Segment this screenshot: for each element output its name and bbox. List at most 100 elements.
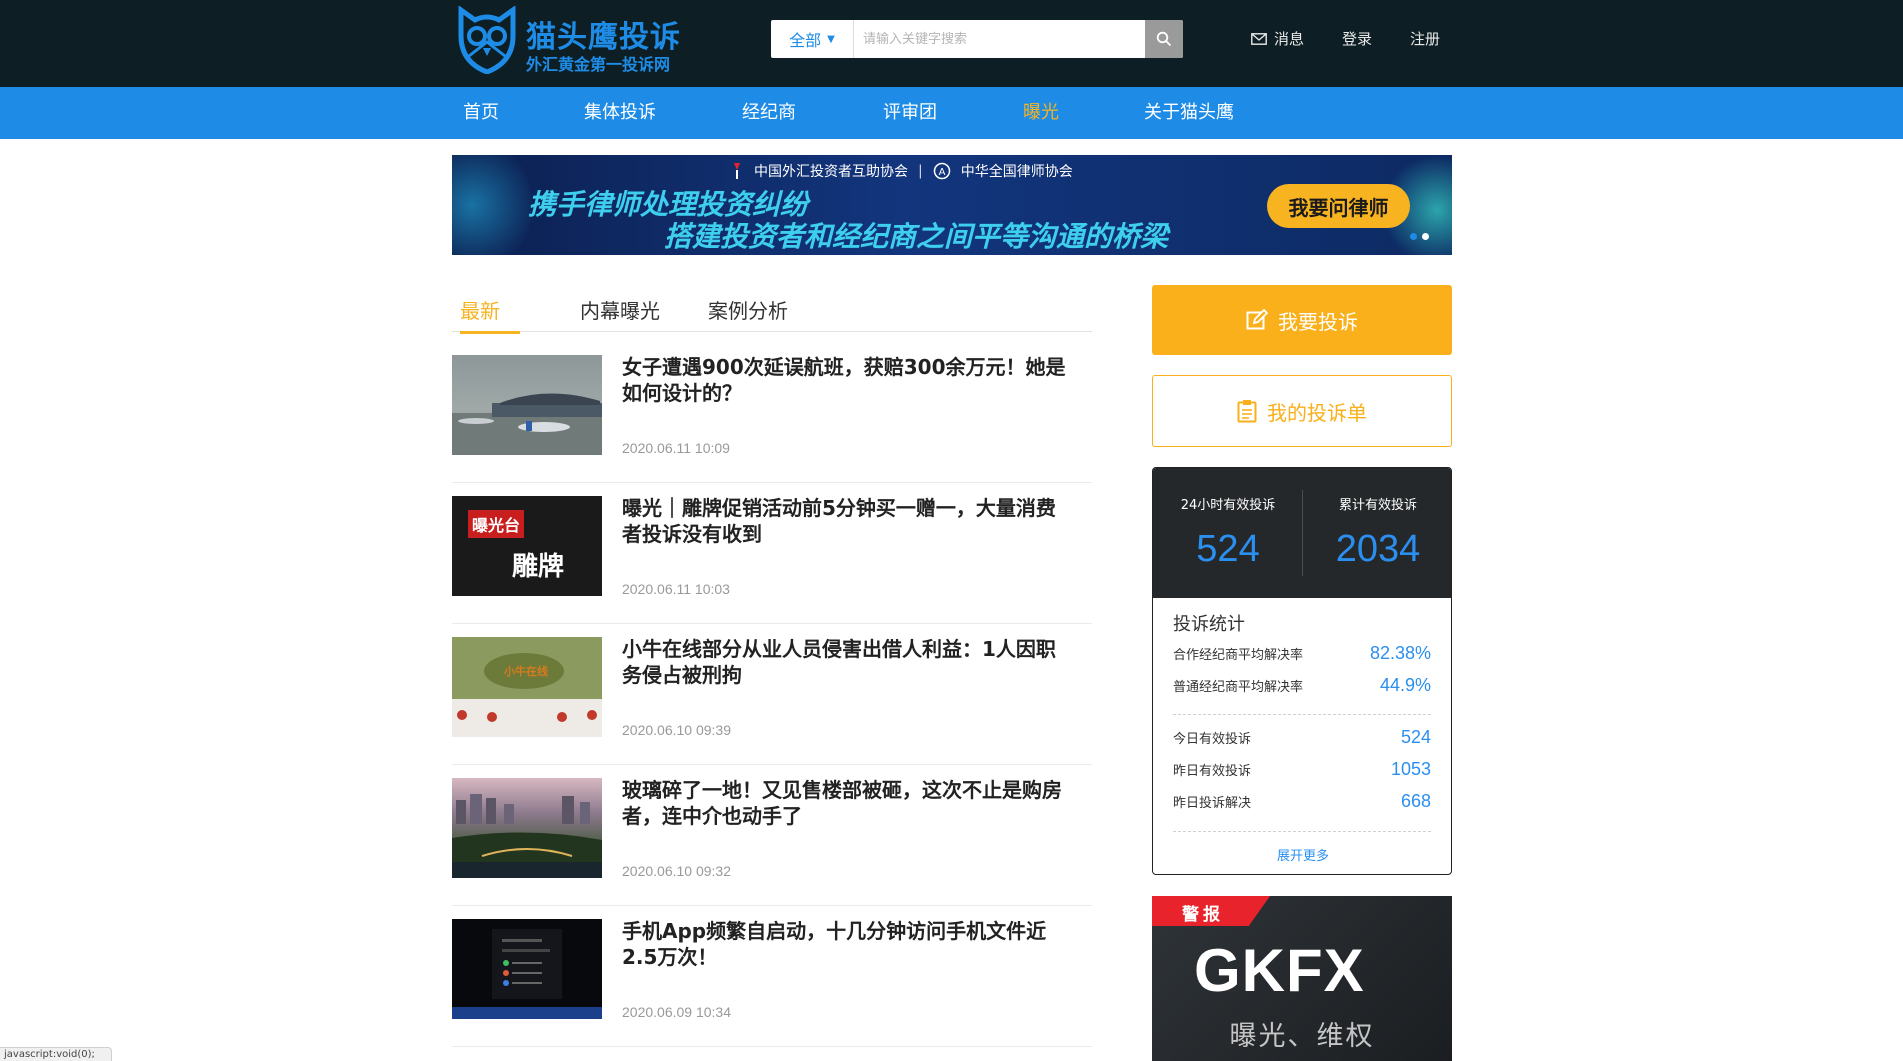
stat-row-value: 44.9% [1379, 675, 1431, 695]
clipboard-icon [1237, 400, 1257, 423]
my-complaints-label: 我的投诉单 [1267, 400, 1367, 425]
banner-org-2: 中华全国律师协会 [960, 164, 1073, 180]
banner-org-separator: | [918, 163, 923, 179]
airport-image [452, 393, 602, 455]
register-label: 注册 [1410, 30, 1441, 48]
banner-glow-left [452, 155, 532, 255]
search-icon [1156, 31, 1172, 47]
nav-item-home[interactable]: 首页 [463, 87, 499, 139]
nav-item-review-panel[interactable]: 评审团 [883, 87, 937, 139]
association-emblem-icon [734, 163, 740, 179]
top-bar: 猫头鹰投诉 外汇黄金第一投诉网 全部 ▼ 消息 登录 注册 [0, 0, 1903, 87]
news-timestamp: 2020.06.09 10:34 [622, 1004, 731, 1020]
stat-row-label: 昨日投诉解决 [1173, 796, 1252, 811]
edit-icon [1246, 309, 1268, 330]
stat-row-label: 今日有效投诉 [1173, 732, 1252, 747]
news-thumbnail[interactable]: 小牛在线 [452, 637, 602, 737]
caret-down-icon: ▼ [827, 33, 835, 45]
tab-latest[interactable]: 最新 [460, 295, 520, 334]
alert-ad-banner[interactable]: 警报 GKFX 曝光、维权 [1152, 896, 1452, 1061]
news-title[interactable]: 曝光｜雕牌促销活动前5分钟买一赠一，大量消费者投诉没有收到 [622, 495, 1072, 547]
ad-subtitle: 曝光、维权 [1229, 1021, 1375, 1052]
login-link[interactable]: 登录 [1342, 28, 1372, 49]
banner-headline-2: 搭建投资者和经纪商之间平等沟通的桥梁 [664, 220, 1169, 253]
logo-title: 猫头鹰投诉 [526, 20, 681, 55]
stat-row: 昨日有效投诉 1053 [1173, 759, 1431, 780]
news-thumbnail[interactable] [452, 778, 602, 878]
phone-screen-image [452, 929, 602, 1019]
nav-item-about[interactable]: 关于猫头鹰 [1144, 87, 1234, 139]
stat-24h: 24小时有效投诉 524 [1153, 468, 1303, 598]
news-timestamp: 2020.06.10 09:32 [622, 863, 731, 879]
news-item[interactable]: 手机App频繁自启动，十几分钟访问手机文件近2.5万次！ 2020.06.09 … [452, 906, 1092, 1047]
news-thumbnail[interactable] [452, 355, 602, 455]
complaint-stats-panel: 24小时有效投诉 524 累计有效投诉 2034 投诉统计 合作经纪商平均解决率… [1152, 467, 1452, 875]
expand-more-link[interactable]: 展开更多 [1153, 845, 1451, 864]
stat-total-label: 累计有效投诉 [1338, 498, 1417, 513]
news-tabs: 最新 内幕曝光 案例分析 [452, 290, 1092, 334]
stat-24h-value: 524 [1196, 528, 1260, 570]
mail-icon [1251, 32, 1267, 45]
stat-24h-label: 24小时有效投诉 [1180, 498, 1276, 513]
stat-row-value: 1053 [1390, 759, 1431, 779]
stat-row-label: 合作经纪商平均解决率 [1173, 648, 1304, 663]
banner-dot-1[interactable] [1410, 233, 1417, 240]
browser-status-bar: javascript:void(0); [0, 1047, 112, 1061]
search-scope-label: 全部 [789, 31, 822, 50]
search-bar: 全部 ▼ [771, 20, 1183, 58]
nav-item-group-complaints[interactable]: 集体投诉 [584, 87, 656, 139]
stats-separator [1173, 831, 1431, 832]
banner-pagination [1410, 233, 1429, 240]
news-item[interactable]: 女子遭遇900次延误航班，获赔300余万元！她是如何设计的？ 2020.06.1… [452, 342, 1092, 483]
news-thumbnail[interactable]: 曝光台 雕牌 [452, 496, 602, 596]
submit-complaint-button[interactable]: 我要投诉 [1152, 285, 1452, 355]
thumbnail-exposure-tag: 曝光台 [468, 510, 525, 538]
news-item[interactable]: 小牛在线 小牛在线部分从业人员侵害出借人利益：1人因职务侵占被刑拘 2020.0… [452, 624, 1092, 765]
register-link[interactable]: 注册 [1410, 28, 1440, 49]
messages-label: 消息 [1274, 30, 1305, 48]
stat-row: 普通经纪商平均解决率 44.9% [1173, 675, 1431, 696]
ask-lawyer-button[interactable]: 我要问律师 [1267, 184, 1410, 228]
stat-row: 昨日投诉解决 668 [1173, 791, 1431, 812]
broker-logo: GKFX [1194, 937, 1365, 1004]
site-logo[interactable]: 猫头鹰投诉 外汇黄金第一投诉网 [452, 6, 692, 74]
news-title[interactable]: 玻璃碎了一地！又见售楼部被砸，这次不止是购房者，连中介也动手了 [622, 777, 1072, 829]
stats-summary: 24小时有效投诉 524 累计有效投诉 2034 [1153, 468, 1451, 598]
stat-total: 累计有效投诉 2034 [1303, 468, 1451, 598]
stats-separator [1173, 714, 1431, 715]
stat-row-label: 昨日有效投诉 [1173, 764, 1252, 779]
stat-row-value: 82.38% [1369, 643, 1431, 663]
search-input[interactable] [855, 20, 1143, 58]
news-title[interactable]: 女子遭遇900次延误航班，获赔300余万元！她是如何设计的？ [622, 354, 1072, 406]
user-links: 消息 登录 注册 [1251, 28, 1440, 49]
tab-insider-exposure[interactable]: 内幕曝光 [580, 295, 660, 332]
thumbnail-company-logo: 小牛在线 [504, 665, 548, 678]
banner-dot-2[interactable] [1422, 233, 1429, 240]
messages-link[interactable]: 消息 [1251, 28, 1304, 49]
stat-row: 合作经纪商平均解决率 82.38% [1173, 643, 1431, 664]
submit-complaint-label: 我要投诉 [1278, 309, 1358, 334]
stat-row: 今日有效投诉 524 [1173, 727, 1431, 748]
news-thumbnail[interactable] [452, 919, 602, 1019]
news-title[interactable]: 小牛在线部分从业人员侵害出借人利益：1人因职务侵占被刑拘 [622, 636, 1072, 688]
nav-item-exposure[interactable]: 曝光 [1023, 87, 1059, 139]
search-scope-select[interactable]: 全部 ▼ [771, 20, 854, 58]
news-item[interactable]: 玻璃碎了一地！又见售楼部被砸，这次不止是购房者，连中介也动手了 2020.06.… [452, 765, 1092, 906]
stat-row-value: 668 [1400, 791, 1431, 811]
promo-banner[interactable]: 中国外汇投资者互助协会 | A 中华全国律师协会 携手律师处理投资纠纷 搭建投资… [452, 155, 1452, 255]
news-item[interactable]: 曝光台 雕牌 曝光｜雕牌促销活动前5分钟买一赠一，大量消费者投诉没有收到 202… [452, 483, 1092, 624]
login-label: 登录 [1342, 30, 1373, 48]
news-timestamp: 2020.06.11 10:03 [622, 581, 730, 597]
search-button[interactable] [1145, 20, 1183, 58]
news-title[interactable]: 手机App频繁自启动，十几分钟访问手机文件近2.5万次！ [622, 918, 1072, 970]
office-image [452, 637, 602, 737]
nav-item-brokers[interactable]: 经纪商 [742, 87, 796, 139]
thumbnail-brand-text: 雕牌 [512, 552, 565, 582]
tab-case-analysis[interactable]: 案例分析 [708, 295, 788, 332]
owl-logo-icon [458, 6, 516, 74]
news-list: 女子遭遇900次延误航班，获赔300余万元！她是如何设计的？ 2020.06.1… [452, 342, 1092, 1047]
stat-row-value: 524 [1400, 727, 1431, 747]
alert-tag-label: 警报 [1182, 905, 1224, 925]
stat-total-value: 2034 [1335, 528, 1421, 570]
my-complaints-button[interactable]: 我的投诉单 [1152, 375, 1452, 447]
